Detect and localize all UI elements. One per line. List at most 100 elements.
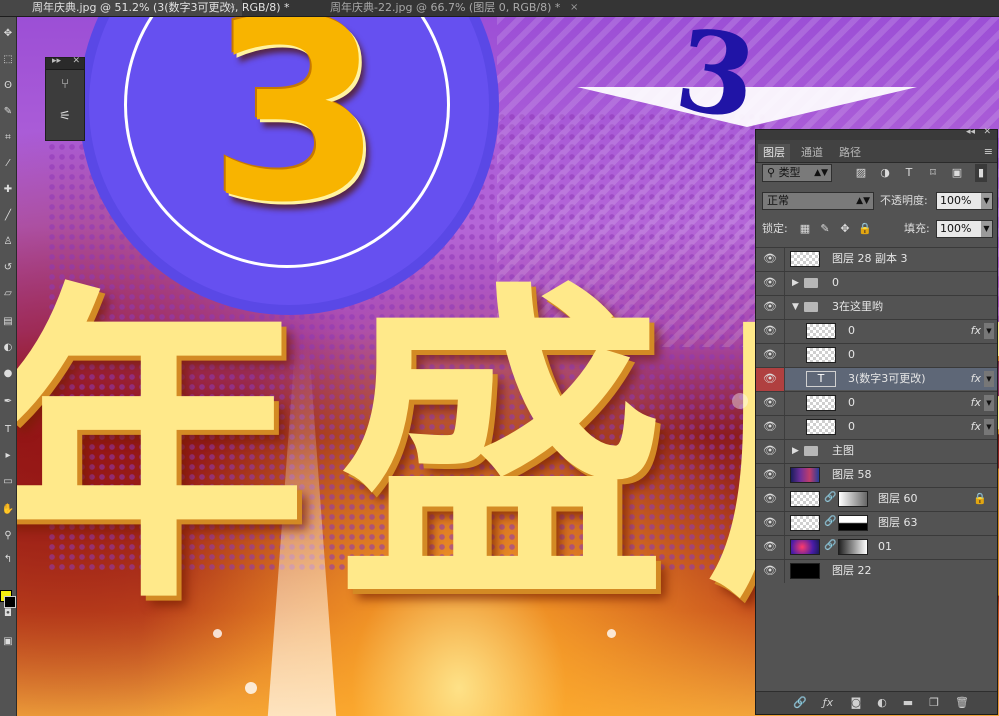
healing-brush-tool-icon[interactable]: ✚ — [1, 183, 15, 197]
blur-tool-icon[interactable]: ◐ — [1, 341, 15, 355]
panel-expand-icon[interactable]: ▸▸ — [52, 56, 61, 66]
quick-mask-icon[interactable]: ◘ — [1, 607, 15, 621]
new-adjustment-layer-icon[interactable]: ◐ — [874, 695, 890, 711]
layer-group-row[interactable]: 👁 ▼ 3在这里哟 — [756, 295, 997, 319]
eye-icon[interactable]: 👁 — [756, 488, 785, 511]
lock-transparent-icon[interactable]: ▦ — [797, 220, 813, 238]
eye-icon[interactable]: 👁 — [756, 416, 785, 439]
eye-icon[interactable]: 👁 — [756, 272, 785, 295]
eye-icon[interactable]: 👁 — [756, 440, 785, 463]
crop-tool-icon[interactable]: ⌗ — [1, 131, 15, 145]
filter-adjustment-icon[interactable]: ◑ — [877, 164, 893, 182]
gradient-tool-icon[interactable]: ▤ — [1, 315, 15, 329]
marquee-tool-icon[interactable]: ⬚ — [1, 53, 15, 67]
link-layers-icon[interactable]: 🔗 — [792, 695, 808, 711]
blend-mode-dropdown[interactable]: 正常 ▲▼ — [762, 192, 874, 210]
move-tool-icon[interactable]: ✥ — [1, 27, 15, 41]
layer-row[interactable]: 👁 0 fx ▼ — [756, 319, 997, 343]
mask-link-icon[interactable]: 🔗 — [824, 540, 836, 551]
eye-icon[interactable]: 👁 — [756, 296, 785, 319]
clone-stamp-tool-icon[interactable]: ♙ — [1, 235, 15, 249]
filter-pixel-icon[interactable]: ▨ — [853, 164, 869, 182]
screen-mode-icon[interactable]: ▣ — [1, 635, 15, 649]
delete-layer-icon[interactable]: 🗑 — [954, 695, 970, 711]
layer-row[interactable]: 👁 0 — [756, 343, 997, 367]
expanded-arrow-icon[interactable]: ▼ — [792, 296, 799, 318]
filter-type-layer-icon[interactable]: T — [901, 164, 917, 182]
eye-icon[interactable]: 👁 — [756, 560, 785, 583]
eraser-tool-icon[interactable]: ▱ — [1, 287, 15, 301]
lasso-tool-icon[interactable]: ʘ — [1, 79, 15, 93]
eyedropper-tool-icon[interactable]: ⁄ — [1, 157, 15, 171]
eye-icon[interactable]: 👁 — [756, 464, 785, 487]
effects-expand-icon[interactable]: ▼ — [984, 323, 994, 339]
tab-layers[interactable]: 图层 — [758, 144, 790, 162]
panel-close-icon[interactable]: ✕ — [72, 56, 80, 66]
layer-row[interactable]: 👁 🔗 01 — [756, 535, 997, 559]
tab-document-2[interactable]: 周年庆典-22.jpg @ 66.7% (图层 0, RGB/8) * × — [226, 0, 672, 16]
layer-row[interactable]: 👁 图层 22 — [756, 559, 997, 583]
eye-icon[interactable]: 👁 — [756, 392, 785, 415]
eye-icon[interactable]: 👁 — [756, 536, 785, 559]
swap-colors-icon[interactable]: ↰ — [1, 553, 15, 567]
eye-icon[interactable]: 👁 — [756, 248, 785, 271]
layer-row[interactable]: 👁 图层 58 — [756, 463, 997, 487]
panel-close-icon[interactable]: ✕ — [983, 127, 991, 137]
filter-shape-icon[interactable]: ⌑ — [925, 164, 941, 182]
effects-expand-icon[interactable]: ▼ — [984, 371, 994, 387]
layer-effects-icon[interactable]: fx — [971, 368, 981, 390]
shape-tool-icon[interactable]: ▭ — [1, 475, 15, 489]
history-brush-tool-icon[interactable]: ↺ — [1, 261, 15, 275]
layer-group-row[interactable]: 👁 ▶ 主图 — [756, 439, 997, 463]
fill-input[interactable]: 100% ▼ — [936, 220, 993, 238]
mask-link-icon[interactable]: 🔗 — [824, 516, 836, 527]
panel-menu-icon[interactable]: ≡ — [984, 145, 993, 158]
brush-tool-icon[interactable]: ╱ — [1, 209, 15, 223]
layers-panel-header[interactable]: ◂◂ ✕ — [756, 127, 997, 140]
layer-group-row[interactable]: 👁 ▶ 0 — [756, 271, 997, 295]
new-layer-icon[interactable]: ❐ — [926, 695, 942, 711]
chevron-down-icon[interactable]: ▼ — [981, 193, 992, 209]
type-tool-icon[interactable]: T — [1, 423, 15, 437]
layer-row[interactable]: 👁 图层 28 副本 3 — [756, 247, 997, 271]
floating-panel-header[interactable]: ▸▸ ✕ — [46, 56, 84, 70]
collapsed-arrow-icon[interactable]: ▶ — [792, 440, 799, 462]
layer-row-selected[interactable]: 👁 T 3(数字3可更改) fx ▼ — [756, 367, 997, 391]
layer-mask-thumbnail[interactable] — [838, 515, 868, 531]
tab-paths[interactable]: 路径 — [834, 144, 866, 162]
layer-row[interactable]: 👁 0 fx ▼ — [756, 415, 997, 439]
panel-collapse-icon[interactable]: ◂◂ — [966, 127, 975, 137]
lock-position-icon[interactable]: ✥ — [837, 220, 853, 238]
layer-row[interactable]: 👁 0 fx ▼ — [756, 391, 997, 415]
layer-effects-icon[interactable]: fx — [971, 416, 981, 438]
layer-mask-thumbnail[interactable] — [838, 539, 868, 555]
tab-document-2-close-icon[interactable]: × — [570, 0, 578, 16]
mask-link-icon[interactable]: 🔗 — [824, 492, 836, 503]
quick-select-tool-icon[interactable]: ✎ — [1, 105, 15, 119]
lock-pixels-icon[interactable]: ✎ — [817, 220, 833, 238]
new-group-icon[interactable]: ▬ — [900, 695, 916, 711]
effects-expand-icon[interactable]: ▼ — [984, 395, 994, 411]
eye-icon[interactable]: 👁 — [756, 368, 785, 391]
layer-row[interactable]: 👁 🔗 图层 63 — [756, 511, 997, 535]
path-selection-tool-icon[interactable]: ▸ — [1, 449, 15, 463]
eye-icon[interactable]: 👁 — [756, 344, 785, 367]
chevron-down-icon[interactable]: ▼ — [981, 221, 992, 237]
layer-row[interactable]: 👁 🔗 图层 60 🔒 — [756, 487, 997, 511]
tab-document-1[interactable]: 周年庆典.jpg @ 51.2% (3(数字3可更改), RGB/8) * × — [0, 0, 290, 16]
layer-mask-thumbnail[interactable] — [838, 491, 868, 507]
opacity-input[interactable]: 100% ▼ — [936, 192, 993, 210]
layer-effects-icon[interactable]: fx — [971, 320, 981, 342]
filter-type-dropdown[interactable]: ⚲ 类型 ▲▼ — [762, 164, 832, 182]
eye-icon[interactable]: 👁 — [756, 512, 785, 535]
brush-presets-icon[interactable]: ⚟ — [56, 108, 74, 126]
dodge-tool-icon[interactable]: ● — [1, 367, 15, 381]
tab-channels[interactable]: 通道 — [796, 144, 828, 162]
zoom-tool-icon[interactable]: ⚲ — [1, 529, 15, 543]
filter-toggle-icon[interactable]: ▮ — [975, 164, 987, 182]
filter-smart-object-icon[interactable]: ▣ — [949, 164, 965, 182]
tool-presets-icon[interactable]: ⑂ — [56, 76, 74, 94]
collapsed-arrow-icon[interactable]: ▶ — [792, 272, 799, 294]
effects-expand-icon[interactable]: ▼ — [984, 419, 994, 435]
layer-effects-icon[interactable]: fx — [971, 392, 981, 414]
